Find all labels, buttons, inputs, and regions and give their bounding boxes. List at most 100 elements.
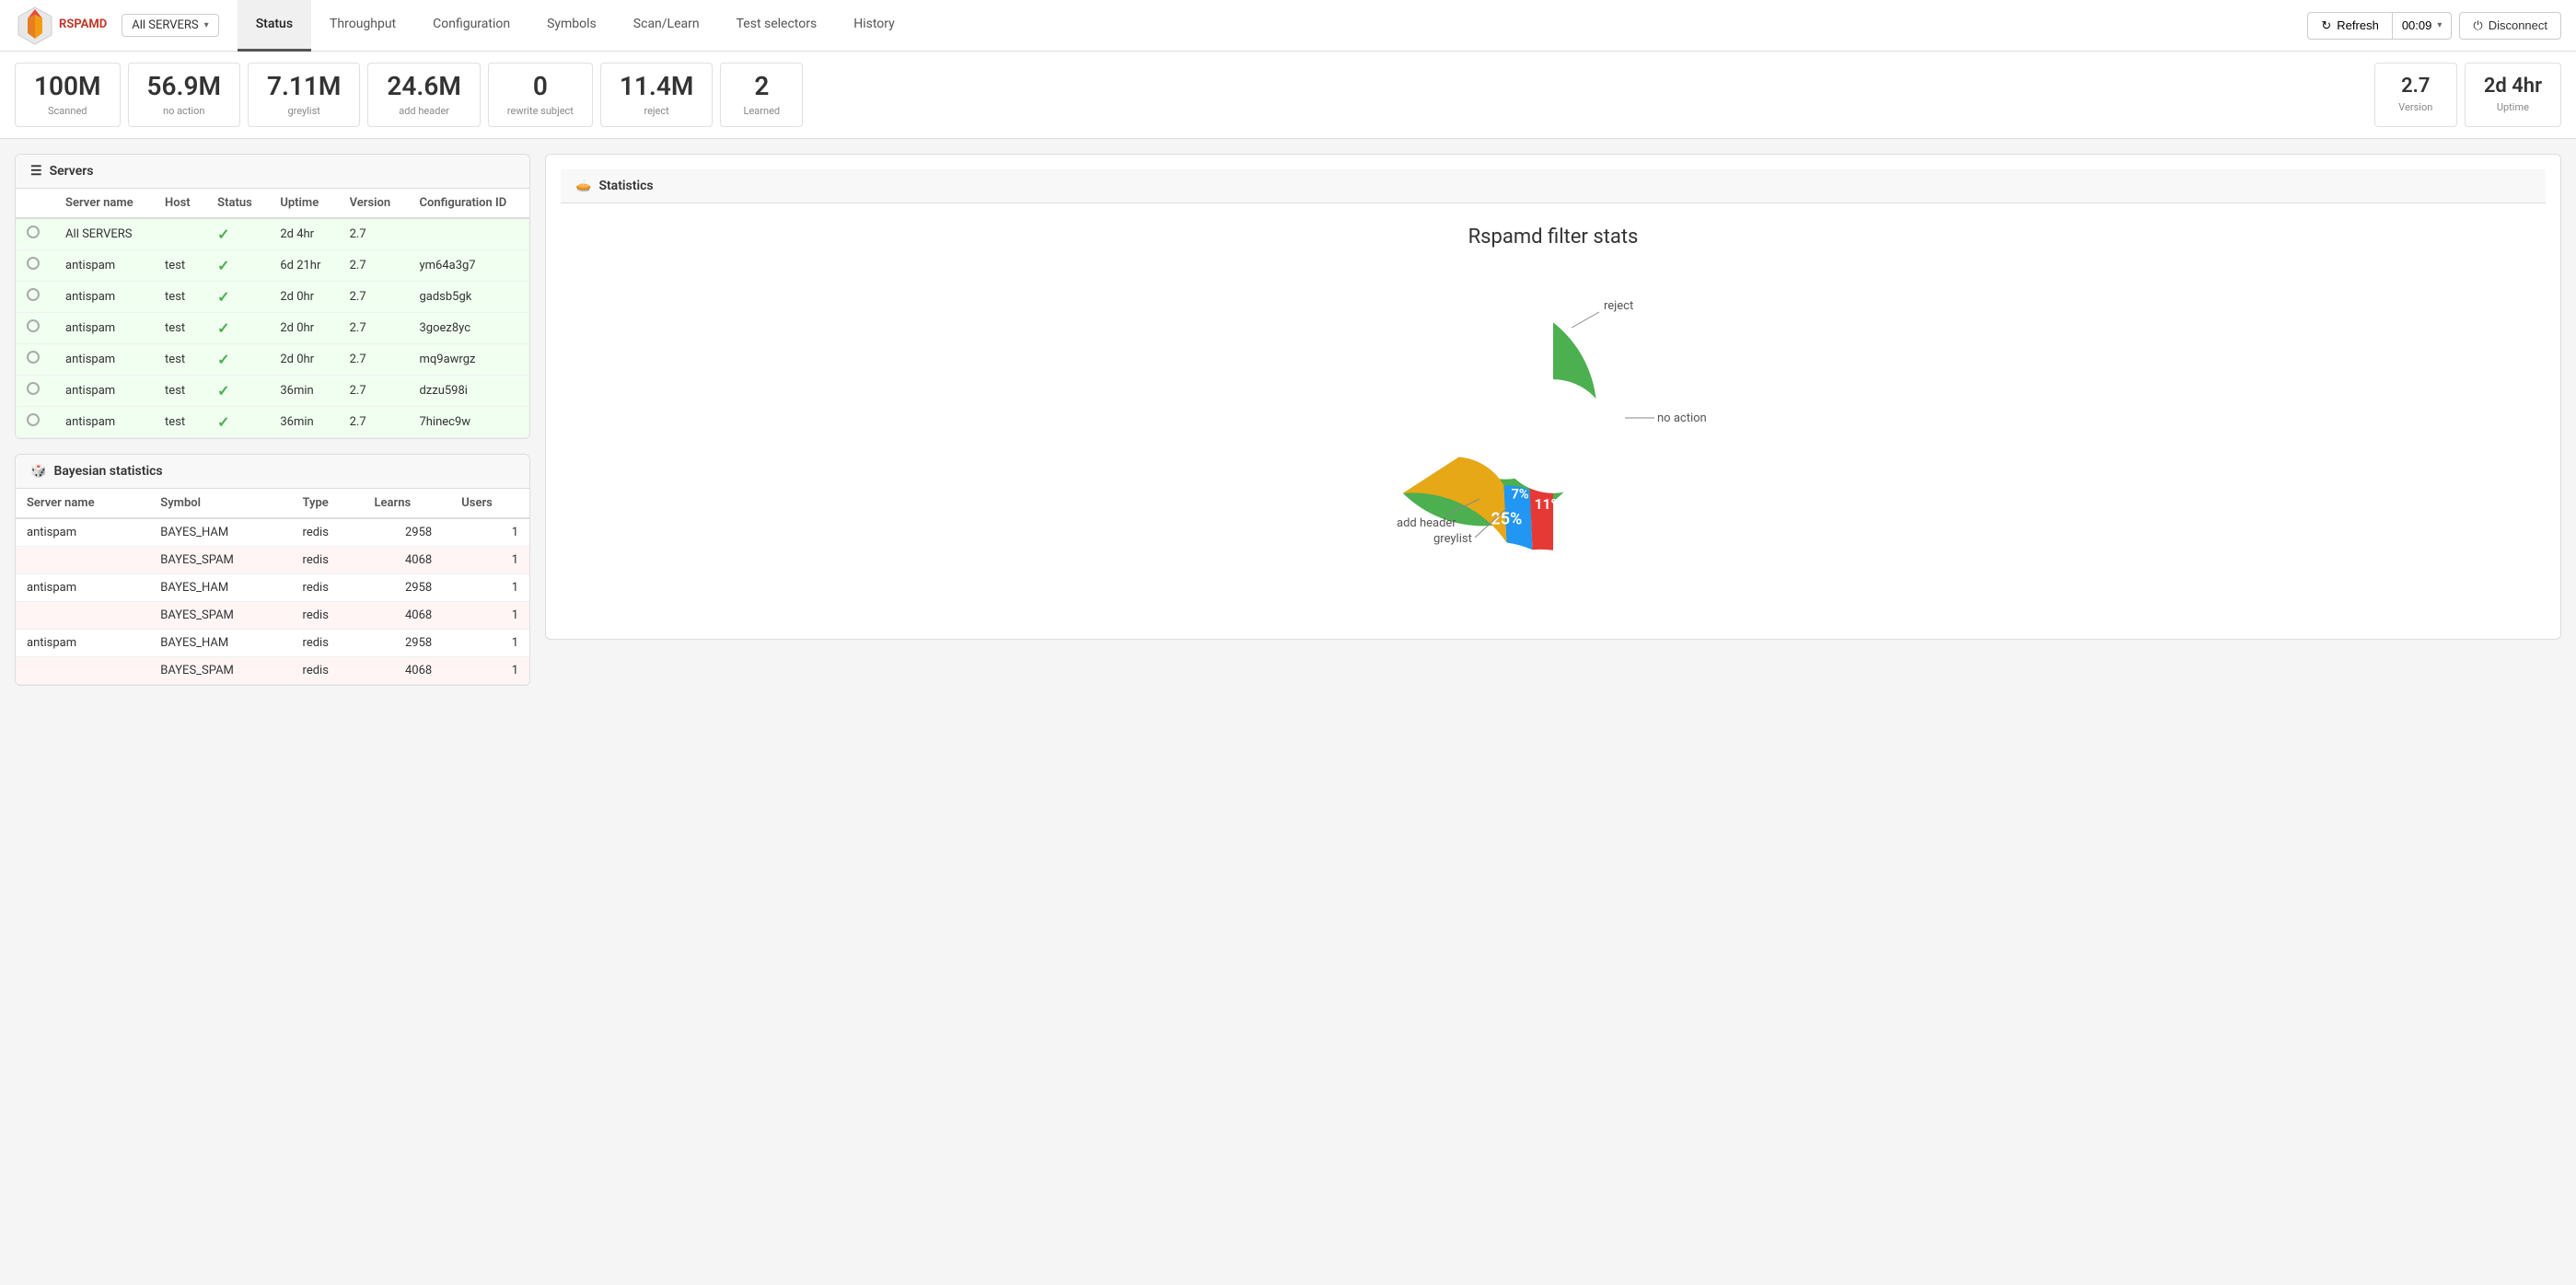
- col-config-id: Configuration ID: [408, 189, 529, 218]
- cell-type: redis: [292, 546, 364, 573]
- table-row[interactable]: antispam test ✓ 2d 0hr 2.7 3goez8yc: [16, 312, 529, 343]
- tab-symbols[interactable]: Symbols: [528, 0, 615, 52]
- right-panel: 🥧 Statistics Rspamd filter stats: [545, 154, 2561, 640]
- statistics-title: Statistics: [598, 179, 653, 193]
- table-row[interactable]: All SERVERS ✓ 2d 4hr 2.7: [16, 218, 529, 250]
- chart-container: 57% 25% 7% 11% reject greylis: [575, 271, 2531, 602]
- server-select[interactable]: All SERVERS ▾: [122, 14, 218, 37]
- tab-throughput[interactable]: Throughput: [311, 0, 414, 52]
- cell-host: [154, 218, 206, 250]
- cell-symbol: BAYES_HAM: [149, 518, 291, 547]
- radio-button[interactable]: [27, 257, 40, 270]
- cell-server-name: antispam: [54, 312, 154, 343]
- cell-version: 2.7: [339, 249, 409, 281]
- table-row[interactable]: antispam test ✓ 6d 21hr 2.7 ym64a3g7: [16, 249, 529, 281]
- cell-learns: 2958: [364, 518, 451, 547]
- stat-reject: 11.4M reject: [600, 63, 713, 127]
- label-add-header-pct: 25%: [1491, 509, 1522, 528]
- cell-server: antispam: [16, 629, 149, 656]
- cell-users: 1: [450, 656, 529, 684]
- table-row[interactable]: antispam test ✓ 36min 2.7 dzzu598i: [16, 375, 529, 406]
- cell-uptime: 2d 0hr: [269, 343, 338, 375]
- power-icon: ⏻: [2473, 18, 2482, 33]
- cell-server-name: All SERVERS: [54, 218, 154, 250]
- cell-uptime: 36min: [269, 406, 338, 437]
- left-panel: ☰ Servers Server name Host Status Uptime…: [15, 154, 530, 686]
- cell-server-name: antispam: [54, 281, 154, 312]
- bayesian-title: Bayesian statistics: [53, 464, 162, 479]
- cell-learns: 4068: [364, 601, 451, 629]
- tab-history[interactable]: History: [835, 0, 913, 52]
- servers-icon: ☰: [30, 164, 42, 179]
- radio-button[interactable]: [27, 382, 40, 395]
- cell-users: 1: [450, 601, 529, 629]
- statistics-body: Rspamd filter stats: [561, 203, 2546, 624]
- radio-button[interactable]: [27, 413, 40, 426]
- bayesian-card-header: 🎲 Bayesian statistics: [16, 455, 529, 489]
- statistics-card: 🥧 Statistics Rspamd filter stats: [545, 154, 2561, 640]
- table-row: BAYES_SPAM redis 4068 1: [16, 656, 529, 684]
- chevron-down-icon: ▾: [2437, 20, 2442, 30]
- col-host: Host: [154, 189, 206, 218]
- tab-configuration[interactable]: Configuration: [414, 0, 528, 52]
- disconnect-button[interactable]: ⏻ Disconnect: [2459, 12, 2561, 40]
- cell-uptime: 36min: [269, 375, 338, 406]
- chevron-down-icon: ▾: [204, 20, 209, 30]
- radio-button[interactable]: [27, 351, 40, 364]
- cell-symbol: BAYES_SPAM: [149, 656, 291, 684]
- table-row: antispam BAYES_HAM redis 2958 1: [16, 573, 529, 601]
- label-reject-pct: 11%: [1535, 495, 1562, 513]
- cell-version: 2.7: [339, 406, 409, 437]
- cell-status: ✓: [206, 312, 269, 343]
- cell-learns: 4068: [364, 546, 451, 573]
- cell-config-id: dzzu598i: [408, 375, 529, 406]
- radio-button[interactable]: [27, 288, 40, 301]
- col-type: Type: [292, 489, 364, 518]
- stat-greylist: 7.11M greylist: [248, 63, 360, 127]
- radio-button[interactable]: [27, 226, 40, 238]
- cell-host: test: [154, 375, 206, 406]
- cell-host: test: [154, 249, 206, 281]
- bayesian-table: Server name Symbol Type Learns Users ant…: [16, 489, 529, 685]
- cell-server-name: antispam: [54, 375, 154, 406]
- cell-server-name: antispam: [54, 343, 154, 375]
- col-select: [16, 189, 54, 218]
- cell-status: ✓: [206, 218, 269, 250]
- bayesian-icon: 🎲: [30, 464, 46, 479]
- tab-status[interactable]: Status: [238, 0, 311, 52]
- cell-status: ✓: [206, 406, 269, 437]
- cell-server: [16, 656, 149, 684]
- refresh-button[interactable]: ↻ Refresh: [2307, 12, 2391, 40]
- cell-version: 2.7: [339, 312, 409, 343]
- tab-scan-learn[interactable]: Scan/Learn: [615, 0, 718, 52]
- cell-type: redis: [292, 629, 364, 656]
- col-status: Status: [206, 189, 269, 218]
- tab-test-selectors[interactable]: Test selectors: [718, 0, 836, 52]
- check-icon: ✓: [217, 288, 229, 306]
- cell-host: test: [154, 312, 206, 343]
- radio-button[interactable]: [27, 319, 40, 332]
- cell-type: redis: [292, 601, 364, 629]
- stat-learned: 2 Learned: [720, 63, 803, 127]
- navbar: RSPAMD All SERVERS ▾ Status Throughput C…: [0, 0, 2576, 52]
- stat-uptime: 2d 4hr Uptime: [2465, 63, 2561, 127]
- cell-config-id: 7hinec9w: [408, 406, 529, 437]
- col-server-name: Server name: [54, 189, 154, 218]
- cell-server: antispam: [16, 573, 149, 601]
- cell-symbol: BAYES_HAM: [149, 573, 291, 601]
- servers-card: ☰ Servers Server name Host Status Uptime…: [15, 154, 530, 439]
- col-learns: Learns: [364, 489, 451, 518]
- table-row[interactable]: antispam test ✓ 36min 2.7 7hinec9w: [16, 406, 529, 437]
- cell-status: ✓: [206, 375, 269, 406]
- table-row[interactable]: antispam test ✓ 2d 0hr 2.7 mq9awrgz: [16, 343, 529, 375]
- table-row[interactable]: antispam test ✓ 2d 0hr 2.7 gadsb5gk: [16, 281, 529, 312]
- cell-learns: 4068: [364, 656, 451, 684]
- servers-card-header: ☰ Servers: [16, 155, 529, 189]
- cell-symbol: BAYES_HAM: [149, 629, 291, 656]
- cell-users: 1: [450, 573, 529, 601]
- timer-button[interactable]: 00:09 ▾: [2392, 12, 2453, 40]
- statistics-icon: 🥧: [575, 179, 591, 193]
- cell-uptime: 6d 21hr: [269, 249, 338, 281]
- cell-users: 1: [450, 518, 529, 547]
- disconnect-label: Disconnect: [2489, 18, 2547, 32]
